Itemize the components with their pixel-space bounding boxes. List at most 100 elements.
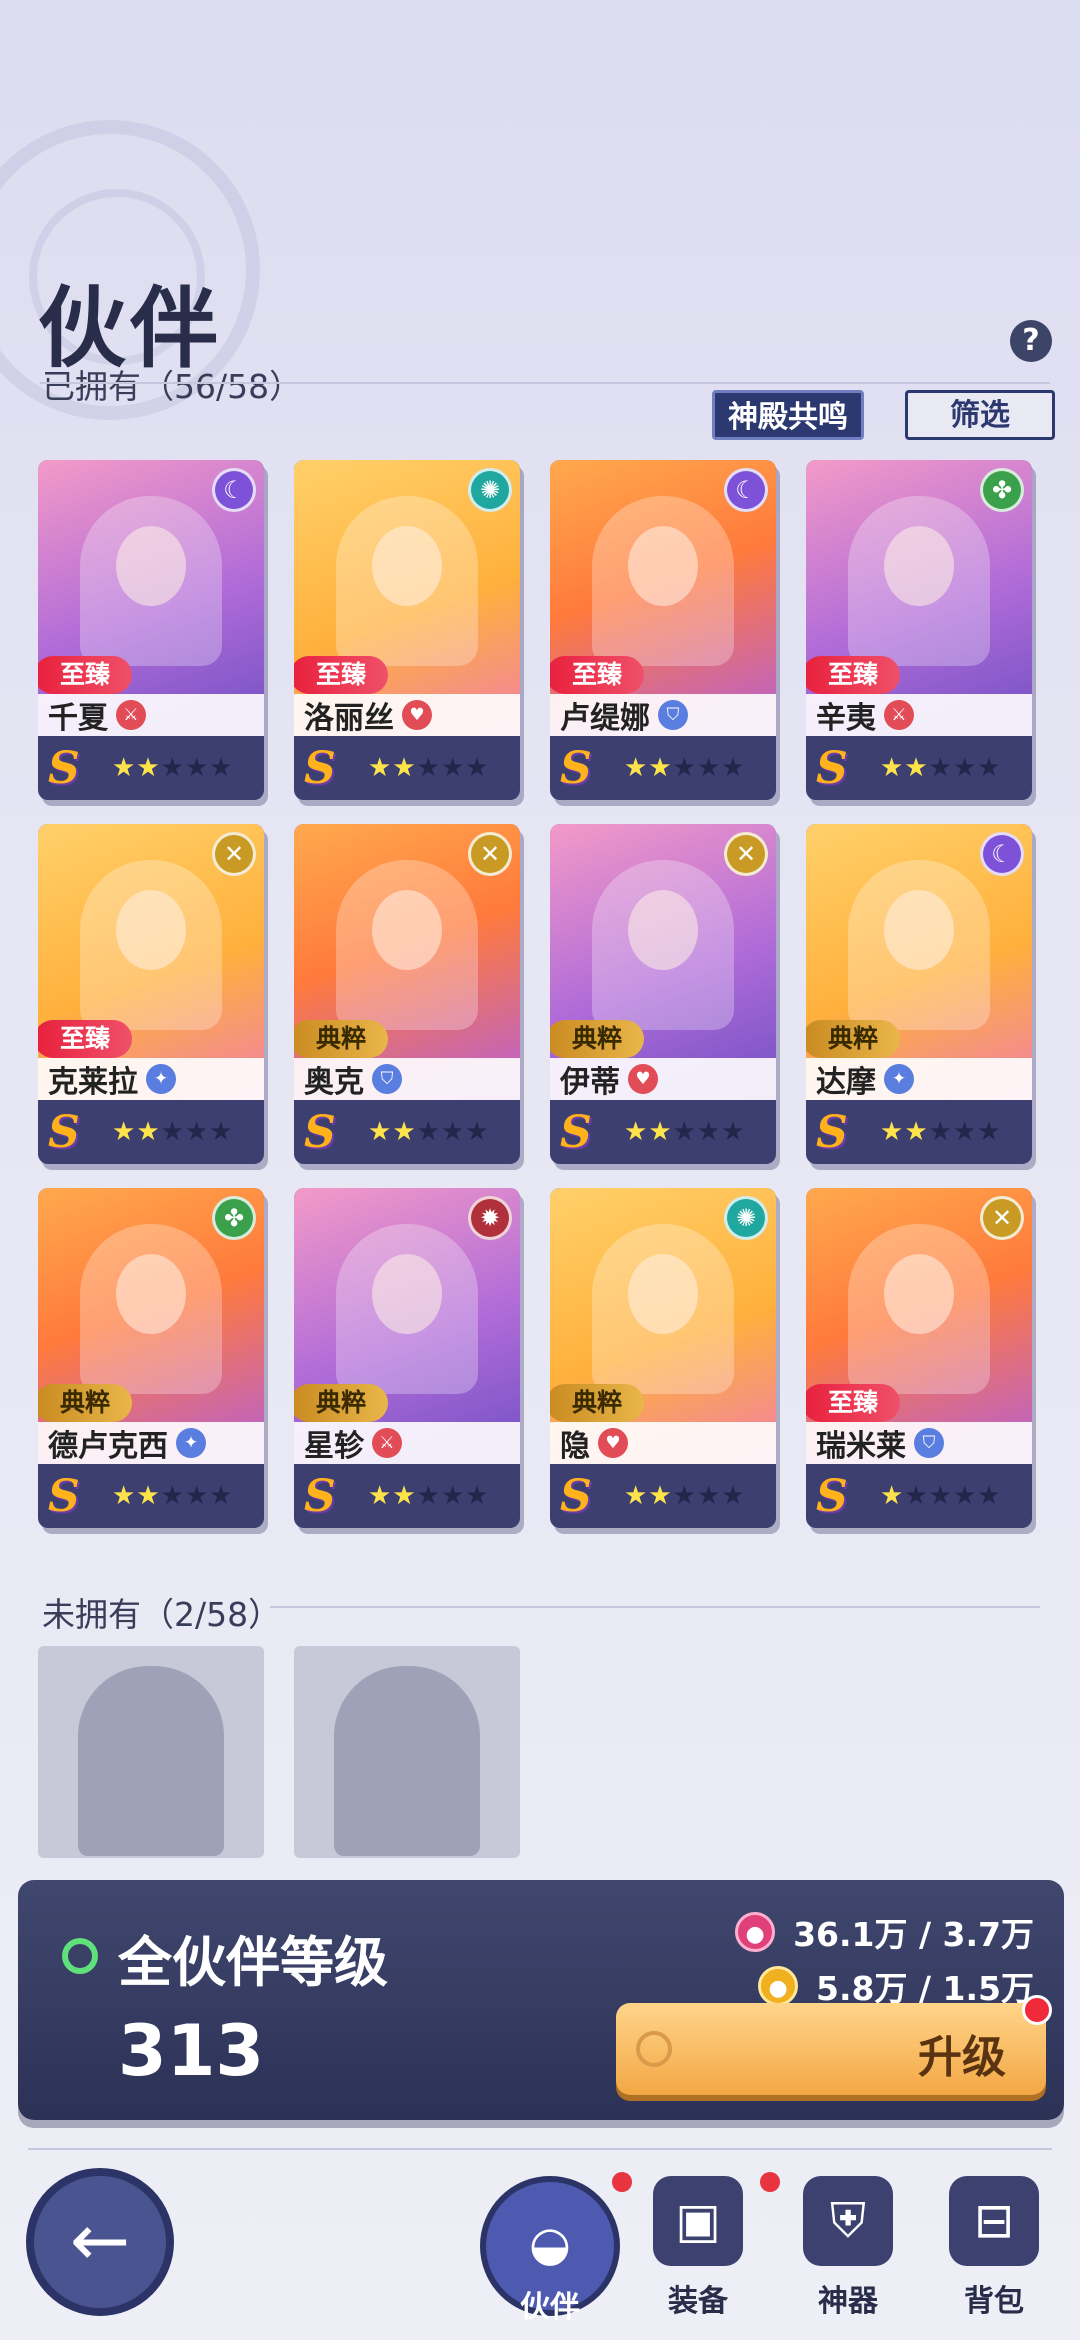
notification-dot	[760, 2172, 780, 2192]
hero-grade-row: S ★★★★★	[550, 736, 776, 800]
moon-icon: ☾	[980, 832, 1024, 876]
hero-name-row: 卢缇娜 ⛉	[550, 694, 776, 736]
grade-badge: S	[560, 1106, 592, 1158]
hero-grade-row: S ★★★★★	[294, 1100, 520, 1164]
star-icon: ★	[880, 1117, 905, 1147]
hero-name-row: 千夏 ⚔	[38, 694, 264, 736]
grade-badge: S	[304, 742, 336, 794]
hero-silhouette	[80, 860, 222, 1030]
nav-label: 装备	[668, 2284, 728, 2319]
nav-partner[interactable]: ◒ 伙伴	[480, 2172, 632, 2326]
hero-card[interactable]: ✕ 至臻 克莱拉 ✦ S ★★★★★	[38, 824, 264, 1164]
hero-card[interactable]: ✺ 典粹 隐 ♥ S ★★★★★	[550, 1188, 776, 1528]
nav-equipment[interactable]: ▣ 装备	[628, 2172, 780, 2326]
hero-silhouette	[592, 496, 734, 666]
hero-silhouette	[592, 1224, 734, 1394]
star-icon: ★	[136, 1481, 161, 1511]
hero-silhouette	[80, 1224, 222, 1394]
star-icon: ★	[440, 1481, 466, 1511]
rarity-badge: 典粹	[294, 1384, 389, 1422]
hero-card[interactable]: ✕ 典粹 伊蒂 ♥ S ★★★★★	[550, 824, 776, 1164]
star-icon: ★	[880, 753, 905, 783]
rarity-badge: 至臻	[550, 656, 645, 694]
hero-card[interactable]: ✹ 典粹 星轸 ⚔ S ★★★★★	[294, 1188, 520, 1528]
hero-name: 伊蒂	[560, 1065, 620, 1100]
heart-icon: ♥	[402, 700, 432, 730]
upgrade-button[interactable]: 升级	[616, 1995, 1052, 2095]
star-icon: ★	[977, 753, 1002, 783]
leaf-icon: ✤	[980, 468, 1024, 512]
star-rating: ★★★★★	[624, 753, 746, 783]
star-rating: ★★★★★	[880, 753, 1002, 783]
blade-icon: ✦	[176, 1428, 206, 1458]
hero-card[interactable]: ✤ 典粹 德卢克西 ✦ S ★★★★★	[38, 1188, 264, 1528]
locked-hero-card[interactable]	[38, 1646, 264, 1858]
nav-artifact[interactable]: ⛨ 神器	[778, 2176, 918, 2326]
star-icon: ★	[904, 1117, 929, 1147]
hero-card[interactable]: ✤ 至臻 辛夷 ⚔ S ★★★★★	[806, 460, 1032, 800]
hero-grade-row: S ★★★★★	[550, 1464, 776, 1528]
rarity-badge: 至臻	[294, 656, 389, 694]
star-icon: ★	[392, 1481, 417, 1511]
shield-icon: ⛉	[914, 1428, 944, 1458]
star-icon: ★	[136, 753, 161, 783]
star-icon: ★	[904, 1481, 929, 1511]
hero-name-row: 克莱拉 ✦	[38, 1058, 264, 1100]
hero-name-row: 辛夷 ⚔	[806, 694, 1032, 736]
star-icon: ★	[928, 1481, 953, 1511]
grade-badge: S	[816, 1106, 848, 1158]
hero-card[interactable]: ✕ 至臻 瑞米莱 ⛉ S ★★★★★	[806, 1188, 1032, 1528]
blade-icon: ✦	[146, 1064, 176, 1094]
star-icon: ★	[465, 753, 490, 783]
hero-silhouette	[336, 496, 478, 666]
star-icon: ★	[184, 1481, 210, 1511]
artifact-icon: ⛨	[803, 2176, 893, 2266]
sword-icon: ⚔	[116, 700, 146, 730]
star-icon: ★	[416, 753, 441, 783]
help-icon[interactable]: ?	[1010, 320, 1052, 362]
cross-icon: ✕	[212, 832, 256, 876]
star-icon: ★	[624, 753, 649, 783]
star-icon: ★	[977, 1481, 1002, 1511]
grade-badge: S	[304, 1106, 336, 1158]
star-icon: ★	[952, 753, 978, 783]
locked-hero-silhouette	[334, 1666, 480, 1856]
star-rating: ★★★★★	[368, 1117, 490, 1147]
star-icon: ★	[696, 1117, 722, 1147]
rarity-badge: 典粹	[550, 1020, 645, 1058]
star-icon: ★	[465, 1481, 490, 1511]
hero-name: 千夏	[48, 701, 108, 736]
star-icon: ★	[624, 1117, 649, 1147]
upgrade-label: 升级	[918, 2032, 1006, 2083]
blade-icon: ✦	[884, 1064, 914, 1094]
panel-title: 全伙伴等级	[118, 1930, 388, 1994]
star-icon: ★	[184, 1117, 210, 1147]
hero-grade-row: S ★★★★★	[806, 736, 1032, 800]
exp-resource-value: 36.1万 / 3.7万	[793, 1915, 1034, 1954]
star-icon: ★	[440, 753, 466, 783]
hero-card[interactable]: ☾ 至臻 卢缇娜 ⛉ S ★★★★★	[550, 460, 776, 800]
locked-hero-card[interactable]	[294, 1646, 520, 1858]
rarity-badge: 典粹	[294, 1020, 389, 1058]
hero-card[interactable]: ☾ 至臻 千夏 ⚔ S ★★★★★	[38, 460, 264, 800]
hero-card[interactable]: ✺ 至臻 洛丽丝 ♥ S ★★★★★	[294, 460, 520, 800]
star-rating: ★★★★★	[112, 1117, 234, 1147]
star-icon: ★	[928, 1117, 953, 1147]
hero-card[interactable]: ✕ 典粹 奥克 ⛉ S ★★★★★	[294, 824, 520, 1164]
hero-name-row: 达摩 ✦	[806, 1058, 1032, 1100]
sword-icon: ⚔	[884, 700, 914, 730]
star-icon: ★	[368, 753, 393, 783]
back-button[interactable]: ←	[26, 2168, 174, 2316]
notification-dot	[1022, 1995, 1052, 2025]
leaf-icon: ✤	[212, 1196, 256, 1240]
star-icon: ★	[465, 1117, 490, 1147]
divider	[270, 1606, 1040, 1608]
filter-button[interactable]: 筛选	[905, 390, 1055, 440]
hero-grade-row: S ★★★★★	[294, 736, 520, 800]
temple-resonance-button[interactable]: 神殿共鸣	[712, 390, 864, 440]
nav-bag[interactable]: ⊟ 背包	[924, 2176, 1064, 2326]
star-icon: ★	[648, 1117, 673, 1147]
star-icon: ★	[112, 753, 137, 783]
hero-card[interactable]: ☾ 典粹 达摩 ✦ S ★★★★★	[806, 824, 1032, 1164]
grade-badge: S	[816, 1470, 848, 1522]
